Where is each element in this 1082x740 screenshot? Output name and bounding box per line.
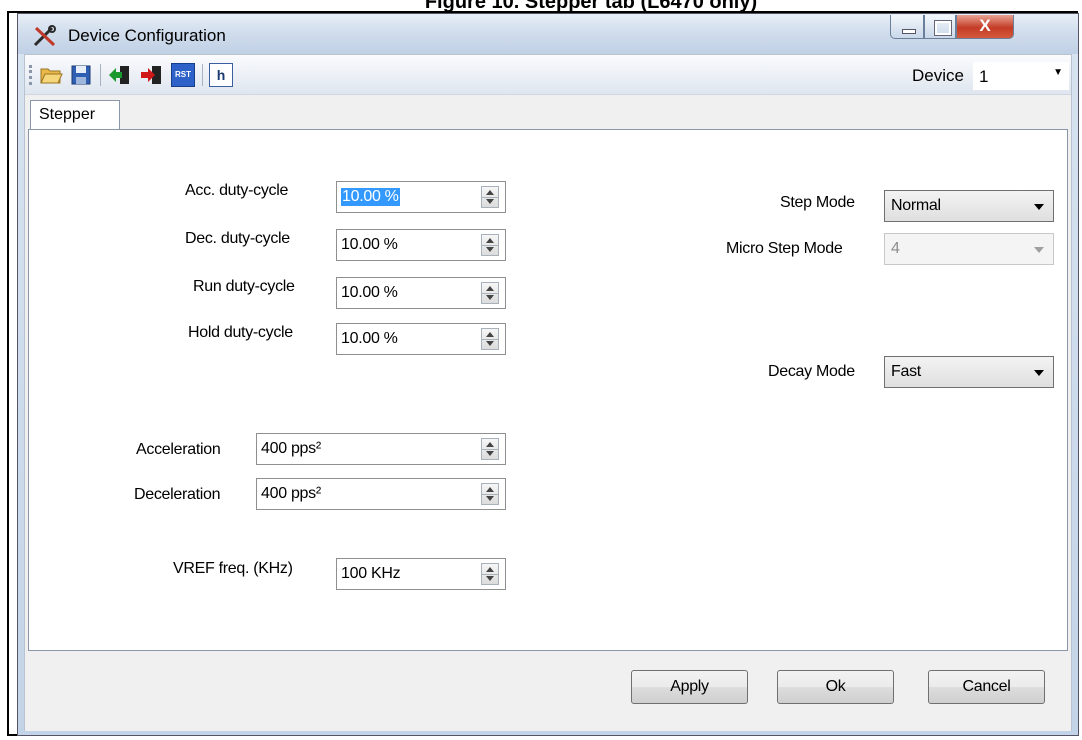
toolbar: RST h Device 1 ▼ bbox=[25, 55, 1071, 95]
acc-duty-cycle-label: Acc. duty-cycle bbox=[185, 182, 289, 199]
chevron-down-icon bbox=[1034, 247, 1044, 253]
device-configuration-window: Device Configuration X RST h Device 1 ▼ … bbox=[17, 13, 1079, 736]
spin-buttons[interactable] bbox=[481, 282, 499, 304]
reset-icon[interactable]: RST bbox=[171, 63, 195, 87]
apply-button[interactable]: Apply bbox=[631, 670, 748, 704]
tab-stepper[interactable]: Stepper bbox=[30, 100, 120, 131]
spin-buttons[interactable] bbox=[481, 186, 499, 208]
toolbar-separator bbox=[202, 64, 203, 86]
export-icon[interactable] bbox=[139, 63, 163, 87]
toolbar-separator bbox=[100, 64, 101, 86]
cancel-button[interactable]: Cancel bbox=[928, 670, 1045, 704]
chevron-down-icon bbox=[1034, 370, 1044, 376]
acc-duty-cycle-input[interactable]: 10.00 % bbox=[336, 181, 506, 213]
close-button[interactable]: X bbox=[956, 15, 1014, 39]
device-label: Device bbox=[912, 66, 964, 85]
deceleration-input[interactable]: 400 pps² bbox=[256, 478, 506, 510]
hold-duty-cycle-input[interactable]: 10.00 % bbox=[336, 323, 506, 355]
step-mode-label: Step Mode bbox=[780, 194, 855, 211]
spin-buttons[interactable] bbox=[481, 483, 499, 505]
toolbar-grip[interactable] bbox=[29, 65, 32, 85]
vref-freq-input[interactable]: 100 KHz bbox=[336, 558, 506, 590]
step-mode-select[interactable]: Normal bbox=[884, 190, 1054, 222]
vref-freq-label: VREF freq. (KHz) bbox=[173, 560, 293, 577]
chevron-down-icon bbox=[1034, 204, 1044, 210]
save-icon[interactable] bbox=[69, 63, 93, 87]
micro-step-mode-select[interactable]: 4 bbox=[884, 233, 1054, 265]
import-icon[interactable] bbox=[107, 63, 131, 87]
deceleration-label: Deceleration bbox=[134, 486, 221, 503]
dec-duty-cycle-label: Dec. duty-cycle bbox=[185, 230, 290, 247]
acceleration-label: Acceleration bbox=[136, 441, 221, 458]
device-select[interactable]: 1 ▼ bbox=[973, 62, 1069, 90]
stepper-tab-panel: Acc. duty-cycle 10.00 % Dec. duty-cycle … bbox=[28, 129, 1068, 651]
decay-mode-label: Decay Mode bbox=[768, 363, 855, 380]
decay-mode-select[interactable]: Fast bbox=[884, 356, 1054, 388]
spin-buttons[interactable] bbox=[481, 234, 499, 256]
tab-strip: Stepper bbox=[25, 95, 1071, 131]
run-duty-cycle-label: Run duty-cycle bbox=[193, 278, 295, 295]
dec-duty-cycle-input[interactable]: 10.00 % bbox=[336, 229, 506, 261]
maximize-button[interactable] bbox=[924, 15, 956, 39]
hold-duty-cycle-label: Hold duty-cycle bbox=[188, 324, 293, 341]
title-bar[interactable]: Device Configuration X bbox=[18, 14, 1078, 54]
run-duty-cycle-input[interactable]: 10.00 % bbox=[336, 277, 506, 309]
spin-buttons[interactable] bbox=[481, 563, 499, 585]
tools-icon bbox=[33, 25, 56, 47]
micro-step-mode-label: Micro Step Mode bbox=[726, 240, 843, 257]
open-folder-icon[interactable] bbox=[39, 63, 63, 87]
window-title: Device Configuration bbox=[68, 26, 226, 45]
spin-buttons[interactable] bbox=[481, 438, 499, 460]
help-icon[interactable]: h bbox=[209, 63, 233, 87]
figure-frame: Device Configuration X RST h Device 1 ▼ … bbox=[7, 11, 1079, 736]
acceleration-input[interactable]: 400 pps² bbox=[256, 433, 506, 465]
spin-buttons[interactable] bbox=[481, 328, 499, 350]
window-client-area: RST h Device 1 ▼ Stepper Acc. duty-cycle… bbox=[24, 54, 1072, 731]
minimize-button[interactable] bbox=[890, 15, 924, 39]
ok-button[interactable]: Ok bbox=[777, 670, 894, 704]
dialog-button-bar: Apply Ok Cancel bbox=[25, 653, 1071, 731]
close-icon: X bbox=[979, 16, 991, 35]
chevron-down-icon: ▼ bbox=[1053, 67, 1063, 78]
